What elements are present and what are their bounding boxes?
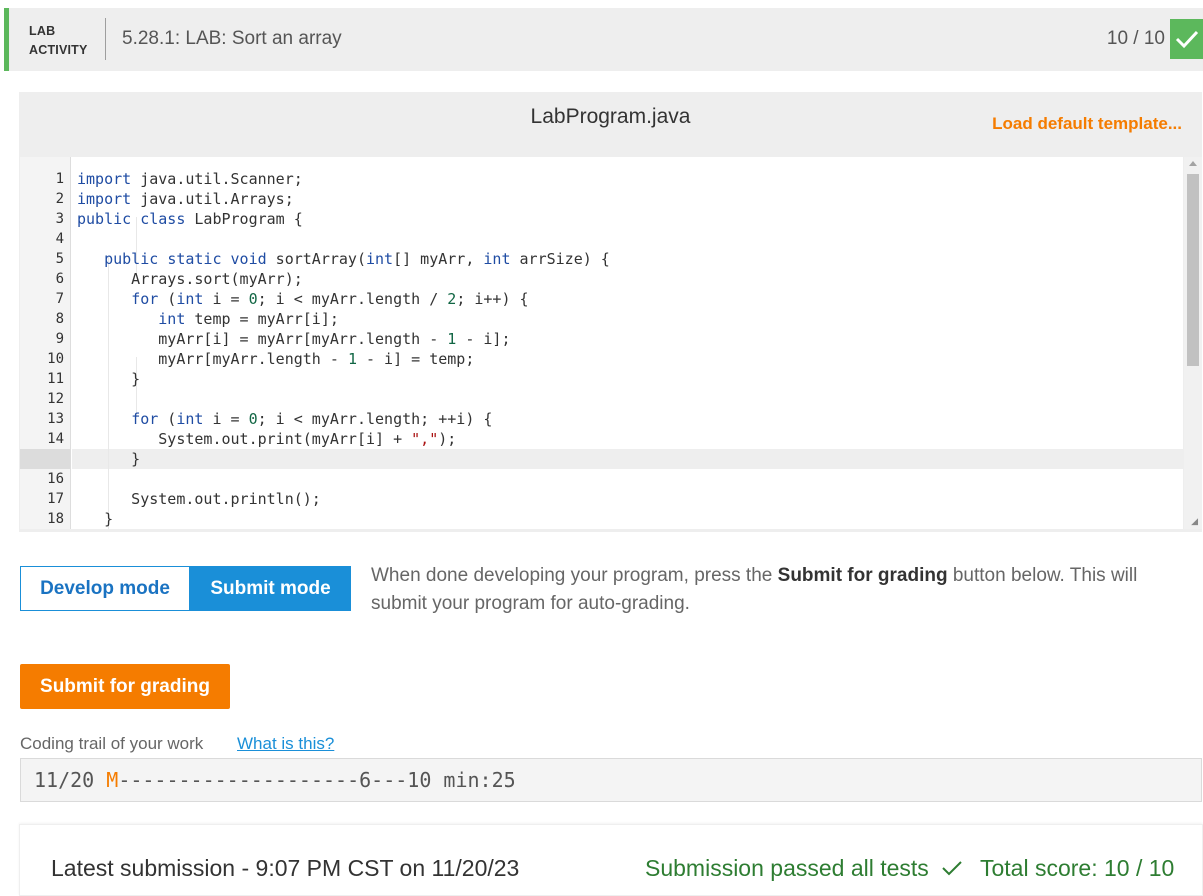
scroll-up-arrow-icon[interactable] xyxy=(1189,161,1197,166)
code-line[interactable]: } xyxy=(77,509,113,529)
lab-activity-header: LAB ACTIVITY 5.28.1: LAB: Sort an array … xyxy=(4,8,1203,71)
latest-submission-text: Latest submission - 9:07 PM CST on 11/20… xyxy=(51,855,520,881)
line-number: 9 xyxy=(55,331,64,347)
code-line[interactable]: Arrays.sort(myArr); xyxy=(77,269,303,289)
code-line[interactable]: import java.util.Scanner; xyxy=(77,169,303,189)
line-number: 6 xyxy=(55,271,64,287)
scrollbar-thumb[interactable] xyxy=(1187,174,1199,366)
code-line[interactable]: for (int i = 0; i < myArr.length; ++i) { xyxy=(77,409,492,429)
submit-mode-button[interactable]: Submit mode xyxy=(190,566,351,611)
line-number: 13 xyxy=(47,411,64,427)
coding-trail-label: Coding trail of your work xyxy=(20,734,204,753)
lab-tag-line1: LAB xyxy=(29,24,56,38)
code-line[interactable]: } xyxy=(77,369,140,389)
line-number: 11 xyxy=(47,371,64,387)
code-editor-panel: LabProgram.java Load default template...… xyxy=(19,92,1202,532)
line-number: 10 xyxy=(47,351,64,367)
line-number: 7 xyxy=(55,291,64,307)
code-line[interactable]: int temp = myArr[i]; xyxy=(77,309,339,329)
header-divider xyxy=(105,18,106,60)
submission-result-card: Latest submission - 9:07 PM CST on 11/20… xyxy=(19,824,1203,896)
load-default-template-link[interactable]: Load default template... xyxy=(992,114,1182,134)
code-line[interactable]: } xyxy=(77,449,140,469)
mode-toggle: Develop mode Submit mode xyxy=(20,566,351,611)
lab-score: 10 / 10 xyxy=(1106,28,1165,49)
active-line-gutter-highlight xyxy=(20,449,71,469)
line-number: 8 xyxy=(55,311,64,327)
trail-date: 11/20 xyxy=(34,768,95,792)
code-line[interactable]: for (int i = 0; i < myArr.length / 2; i+… xyxy=(77,289,528,309)
instructions-prefix: When done developing your program, press… xyxy=(371,565,778,586)
submit-for-grading-button[interactable]: Submit for grading xyxy=(20,664,230,709)
passed-text: Submission passed all tests xyxy=(645,855,929,881)
code-line[interactable]: public static void sortArray(int[] myArr… xyxy=(77,249,610,269)
trail-marker: M xyxy=(106,768,119,792)
line-number: 18 xyxy=(47,511,64,527)
line-number: 12 xyxy=(47,391,64,407)
coding-trail-box: 11/20 M--------------------6---10 min:25 xyxy=(20,758,1202,802)
code-line[interactable]: public class LabProgram { xyxy=(77,209,303,229)
instructions-bold: Submit for grading xyxy=(777,565,948,586)
line-number: 14 xyxy=(47,431,64,447)
lab-activity-tag: LAB ACTIVITY xyxy=(29,22,88,60)
code-line[interactable]: myArr[i] = myArr[myArr.length - 1 - i]; xyxy=(77,329,510,349)
completed-check-icon xyxy=(1170,19,1203,59)
lab-tag-line2: ACTIVITY xyxy=(29,43,88,57)
code-editor[interactable]: 123456789101112131415161718 import java.… xyxy=(20,157,1183,529)
editor-scrollbar[interactable] xyxy=(1184,157,1202,529)
total-score: Total score: 10 / 10 xyxy=(980,855,1175,881)
passed-status: Submission passed all tests xyxy=(645,855,963,882)
line-number: 17 xyxy=(47,491,64,507)
line-number: 1 xyxy=(55,171,64,187)
passed-check-icon xyxy=(942,861,962,876)
submit-mode-instructions: When done developing your program, press… xyxy=(371,562,1171,618)
code-line[interactable]: System.out.print(myArr[i] + ","); xyxy=(77,429,456,449)
develop-mode-button[interactable]: Develop mode xyxy=(20,566,190,611)
line-number: 3 xyxy=(55,211,64,227)
line-number-gutter: 123456789101112131415161718 xyxy=(20,157,71,529)
line-number: 4 xyxy=(55,231,64,247)
code-line[interactable]: myArr[myArr.length - 1 - i] = temp; xyxy=(77,349,474,369)
code-line[interactable]: System.out.println(); xyxy=(77,489,321,509)
code-line[interactable]: import java.util.Arrays; xyxy=(77,189,294,209)
lab-title: 5.28.1: LAB: Sort an array xyxy=(122,28,342,49)
trail-rest: --------------------6---10 min:25 xyxy=(118,768,516,792)
line-number: 5 xyxy=(55,251,64,267)
line-number: 2 xyxy=(55,191,64,207)
what-is-this-link[interactable]: What is this? xyxy=(237,734,334,754)
active-line-highlight xyxy=(72,449,1183,469)
resize-handle-icon[interactable]: ◢ xyxy=(1191,516,1198,527)
line-number: 16 xyxy=(47,471,64,487)
